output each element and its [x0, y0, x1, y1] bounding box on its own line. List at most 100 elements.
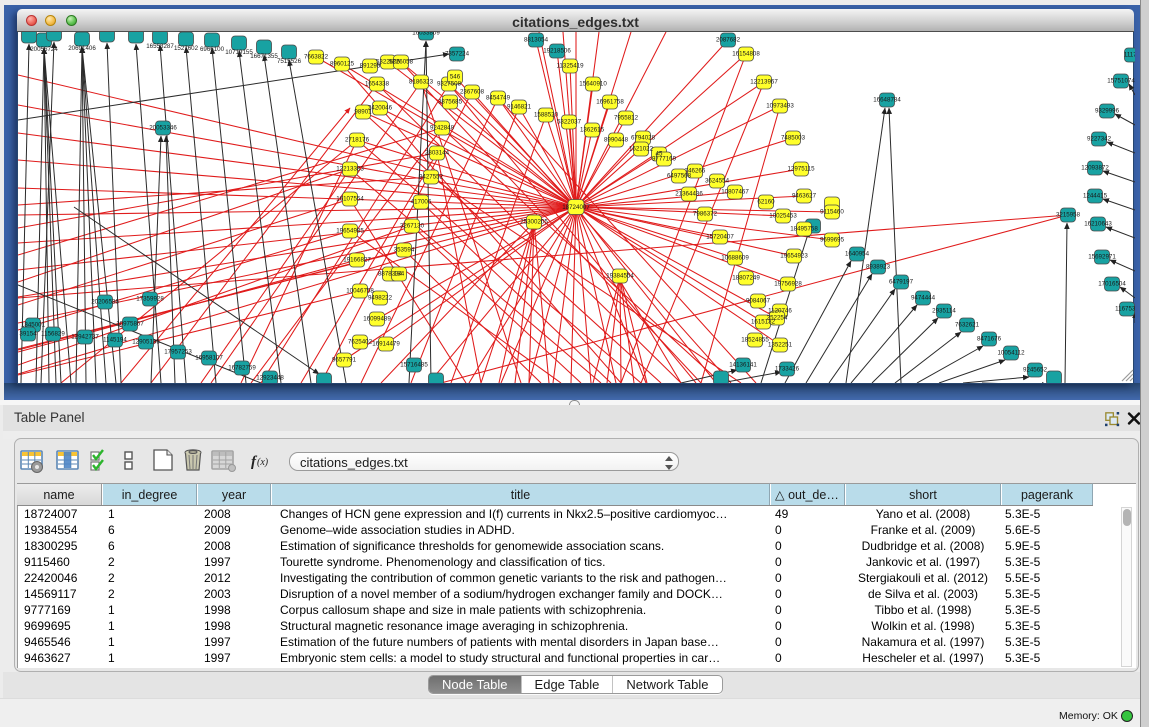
- svg-text:353594: 353594: [394, 247, 415, 254]
- svg-text:1621022: 1621022: [629, 146, 654, 153]
- svg-text:1244415: 1244415: [1083, 193, 1108, 200]
- svg-text:15692971: 15692971: [1088, 254, 1116, 261]
- svg-text:8813054: 8813054: [524, 37, 549, 44]
- svg-text:6479197: 6479197: [889, 279, 914, 286]
- svg-text:16782759: 16782759: [228, 365, 256, 372]
- svg-text:15751074: 15751074: [1107, 78, 1135, 85]
- svg-text:15716485: 15716485: [400, 362, 428, 369]
- svg-text:15720407: 15720407: [706, 234, 734, 241]
- svg-text:9245652: 9245652: [1023, 367, 1048, 374]
- svg-text:1167534: 1167534: [1115, 306, 1135, 313]
- svg-text:6794028: 6794028: [631, 135, 656, 142]
- svg-text:9498222: 9498222: [368, 295, 393, 302]
- svg-text:7515526: 7515526: [277, 58, 302, 65]
- svg-text:(x): (x): [257, 457, 269, 468]
- svg-text:7357224: 7357224: [445, 51, 470, 58]
- svg-text:9227342: 9227342: [1087, 136, 1112, 143]
- svg-text:19218506: 19218506: [543, 48, 571, 55]
- svg-text:19166827: 19166827: [343, 257, 371, 264]
- svg-text:19384554: 19384554: [606, 273, 634, 280]
- svg-text:1588520: 1588520: [534, 112, 559, 119]
- svg-text:20055724: 20055724: [30, 46, 58, 53]
- svg-text:252254: 252254: [767, 315, 788, 322]
- svg-text:3875685: 3875685: [438, 99, 463, 106]
- svg-text:9146821: 9146821: [507, 104, 532, 111]
- svg-text:7663822: 7663822: [304, 54, 329, 61]
- svg-text:62160: 62160: [757, 199, 775, 206]
- svg-text:10807467: 10807467: [721, 189, 749, 196]
- svg-text:11173: 11173: [1124, 52, 1135, 59]
- svg-text:19654985: 19654985: [336, 228, 364, 235]
- svg-text:12093872: 12093872: [1081, 165, 1109, 172]
- svg-text:17957253: 17957253: [164, 349, 192, 356]
- svg-text:9115460: 9115460: [820, 209, 844, 216]
- svg-text:17016504: 17016504: [1098, 281, 1126, 288]
- svg-text:9084067: 9084067: [746, 298, 771, 305]
- svg-text:7625402: 7625402: [348, 339, 373, 346]
- svg-text:1527602: 1527602: [174, 45, 199, 52]
- svg-text:184: 184: [394, 271, 405, 278]
- svg-text:10973493: 10973493: [766, 103, 794, 110]
- svg-text:546: 546: [450, 74, 461, 81]
- svg-text:2420046: 2420046: [368, 105, 393, 112]
- svg-text:16210643: 16210643: [1084, 221, 1112, 228]
- svg-text:5226058: 5226058: [389, 59, 414, 66]
- svg-text:20691406: 20691406: [68, 45, 96, 52]
- svg-text:10719155: 10719155: [225, 49, 253, 56]
- svg-text:7485003: 7485003: [781, 135, 806, 142]
- svg-text:21364436: 21364436: [675, 191, 703, 198]
- svg-text:16099489: 16099489: [363, 316, 391, 323]
- svg-text:8938923: 8938923: [866, 264, 891, 271]
- svg-text:1845001: 1845001: [21, 322, 46, 329]
- svg-text:2803144: 2803144: [425, 150, 450, 157]
- svg-text:12213383: 12213383: [336, 166, 364, 173]
- svg-text:6966100: 6966100: [200, 46, 225, 53]
- svg-text:15640910: 15640910: [579, 81, 607, 88]
- svg-text:7955812: 7955812: [614, 115, 639, 122]
- svg-text:1352251: 1352251: [768, 342, 793, 349]
- svg-text:9329996: 9329996: [1095, 108, 1120, 115]
- svg-text:16961758: 16961758: [596, 99, 624, 106]
- svg-text:1654338: 1654338: [365, 81, 390, 88]
- svg-text:18807249: 18807249: [732, 275, 760, 282]
- svg-text:18524855: 18524855: [741, 337, 769, 344]
- svg-text:11325419: 11325419: [556, 63, 584, 70]
- svg-text:19756928: 19756928: [774, 281, 802, 288]
- svg-text:8960125: 8960125: [330, 61, 355, 68]
- svg-text:1733426: 1733426: [775, 366, 800, 373]
- svg-text:18495758: 18495758: [790, 226, 818, 233]
- svg-text:8454749: 8454749: [486, 95, 511, 102]
- svg-text:1156829: 1156829: [41, 331, 65, 338]
- svg-text:10054112: 10054112: [997, 350, 1025, 357]
- svg-text:16648784: 16648784: [873, 97, 901, 104]
- svg-text:1120746: 1120746: [768, 308, 792, 315]
- svg-text:9699695: 9699695: [820, 237, 845, 244]
- svg-text:12213967: 12213967: [750, 79, 778, 86]
- svg-text:2087682: 2087682: [716, 37, 741, 44]
- svg-text:3267130: 3267130: [400, 223, 425, 230]
- svg-text:10688609: 10688609: [721, 255, 749, 262]
- svg-text:7632621: 7632621: [955, 322, 980, 329]
- svg-text:25300205: 25300205: [520, 219, 548, 226]
- svg-text:9242848: 9242848: [430, 125, 455, 132]
- svg-text:1640954: 1640954: [845, 251, 870, 258]
- svg-text:9657791: 9657791: [332, 357, 357, 364]
- svg-text:3624554: 3624554: [705, 178, 730, 185]
- svg-text:16107554: 16107554: [336, 196, 364, 203]
- svg-text:417006: 417006: [411, 199, 432, 206]
- svg-text:17359928: 17359928: [136, 296, 164, 303]
- svg-text:12975115: 12975115: [787, 166, 815, 173]
- svg-text:5322037: 5322037: [557, 119, 582, 126]
- svg-text:16033809: 16033809: [412, 32, 440, 37]
- svg-text:12923448: 12923448: [256, 375, 284, 382]
- svg-text:16958107: 16958107: [195, 355, 223, 362]
- svg-text:16671355: 16671355: [250, 53, 278, 60]
- svg-text:9474444: 9474444: [911, 295, 936, 302]
- svg-text:9427552: 9427552: [419, 174, 444, 181]
- svg-text:8990448: 8990448: [604, 137, 629, 144]
- svg-text:12942737: 12942737: [71, 334, 99, 341]
- svg-text:39154: 39154: [19, 331, 37, 338]
- svg-text:10046758: 10046758: [346, 288, 374, 295]
- svg-text:20053346: 20053346: [149, 125, 177, 132]
- svg-text:12905135: 12905135: [132, 339, 160, 346]
